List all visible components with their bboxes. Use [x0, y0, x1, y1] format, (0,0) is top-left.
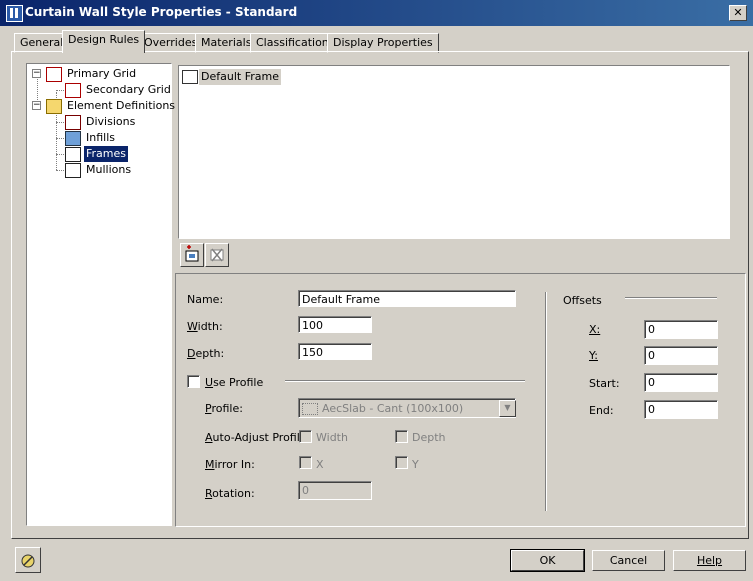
offsets-divider — [625, 297, 717, 299]
offset-y-field[interactable]: 0 — [644, 346, 718, 365]
offset-start-field[interactable]: 0 — [644, 373, 718, 392]
close-button[interactable]: ✕ — [729, 5, 747, 21]
style-browser-icon — [21, 554, 35, 568]
use-profile-checkbox[interactable] — [187, 375, 200, 388]
profile-select[interactable]: AecSlab - Cant (100x100) — [298, 398, 516, 418]
name-field[interactable]: Default Frame — [298, 290, 516, 307]
remove-frame-button[interactable] — [205, 243, 229, 267]
depth-field[interactable]: 150 — [298, 343, 372, 360]
mirror-in-label: Mirror In: — [205, 458, 255, 471]
auto-adjust-label: Auto-Adjust Profile: — [205, 431, 311, 444]
tab-overrides[interactable]: Overrides — [138, 33, 204, 53]
infills-icon — [65, 131, 81, 146]
divisions-icon — [65, 115, 81, 130]
tree-item-label: Primary Grid — [67, 67, 137, 80]
rotation-field[interactable]: 0 — [298, 481, 372, 500]
name-label: Name: — [187, 293, 224, 306]
window-title: Curtain Wall Style Properties - Standard — [25, 5, 298, 19]
profile-icon — [302, 403, 318, 415]
mirror-y-label: Y — [412, 458, 419, 471]
grid-icon — [46, 67, 62, 82]
tree-item-label: Element Definitions — [67, 99, 176, 112]
collapse-primary-grid-icon[interactable]: − — [32, 69, 41, 78]
width-label: Width: — [187, 320, 223, 333]
offset-end-field[interactable]: 0 — [644, 400, 718, 419]
auto-adjust-depth-checkbox[interactable] — [395, 430, 408, 443]
offset-x-label: X: — [589, 323, 601, 336]
width-field[interactable]: 100 — [298, 316, 372, 333]
list-item-label: Default Frame — [199, 69, 281, 85]
frames-icon — [65, 147, 81, 162]
section-divider — [545, 292, 547, 511]
collapse-element-definitions-icon[interactable]: − — [32, 101, 41, 110]
use-profile-label: Use Profile — [205, 376, 264, 389]
tab-design-rules[interactable]: Design Rules — [62, 30, 146, 53]
mirror-x-checkbox[interactable] — [299, 456, 312, 469]
tab-materials[interactable]: Materials — [195, 33, 258, 53]
offset-x-field[interactable]: 0 — [644, 320, 718, 339]
title-bar: Curtain Wall Style Properties - Standard… — [0, 0, 753, 26]
cancel-button[interactable]: Cancel — [592, 550, 665, 571]
auto-adjust-depth-label: Depth — [412, 431, 446, 444]
mirror-x-label: X — [316, 458, 324, 471]
add-icon — [185, 245, 199, 262]
depth-label: Depth: — [187, 347, 225, 360]
tab-display-properties[interactable]: Display Properties — [327, 33, 439, 53]
offsets-title: Offsets — [563, 294, 602, 307]
add-frame-button[interactable] — [180, 243, 204, 267]
tree-item-label: Infills — [86, 131, 115, 144]
use-profile-divider — [285, 380, 525, 382]
auto-adjust-width-label: Width — [316, 431, 348, 444]
offset-y-label: Y: — [589, 349, 598, 362]
grid-icon — [65, 83, 81, 98]
curtain-wall-app-icon — [6, 5, 23, 22]
frame-list[interactable]: Default Frame — [178, 65, 730, 239]
tree-item-label: Secondary Grid — [86, 83, 171, 96]
remove-icon — [210, 248, 224, 262]
tree-item-label: Mullions — [86, 163, 132, 176]
offset-end-label: End: — [589, 404, 614, 417]
tree-item-label: Divisions — [86, 115, 136, 128]
ok-button[interactable]: OK — [510, 549, 585, 572]
element-tree[interactable]: − Primary Grid Secondary Grid − Element … — [26, 63, 175, 526]
mirror-y-checkbox[interactable] — [395, 456, 408, 469]
mullions-icon — [65, 163, 81, 178]
profile-label: Profile: — [205, 402, 243, 415]
auto-adjust-width-checkbox[interactable] — [299, 430, 312, 443]
folder-icon — [46, 99, 62, 114]
style-browser-button[interactable] — [15, 547, 41, 573]
tree-item-label: Frames — [84, 146, 129, 162]
frame-icon — [182, 70, 198, 84]
offset-start-label: Start: — [589, 377, 620, 390]
chevron-down-icon[interactable]: ▼ — [499, 400, 516, 417]
rotation-label: Rotation: — [205, 487, 255, 500]
help-button[interactable]: Help — [673, 550, 746, 571]
